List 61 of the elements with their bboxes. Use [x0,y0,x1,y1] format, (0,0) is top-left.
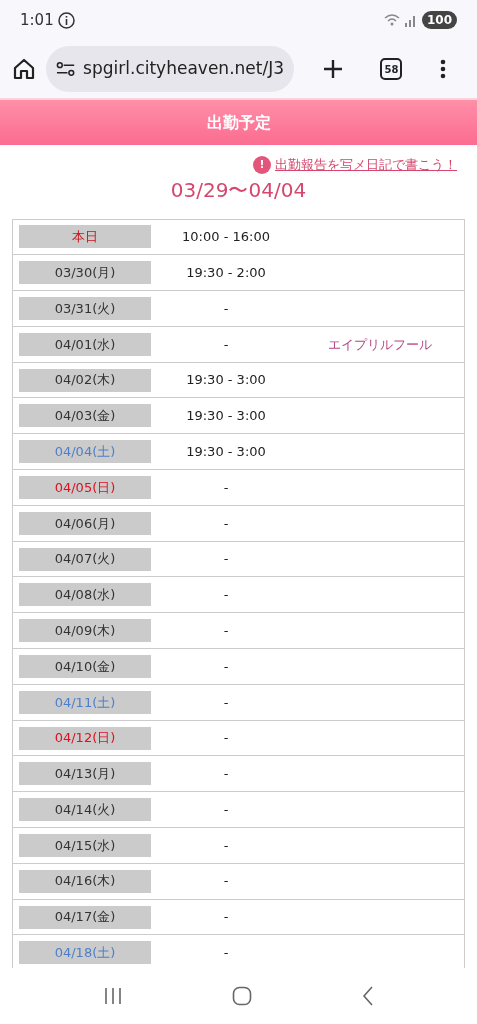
shift-time: - [223,551,229,567]
signal-icon [403,13,418,27]
recent-apps-icon[interactable] [102,987,123,1005]
plus-icon[interactable] [322,59,343,79]
clock: 1:01 [20,9,54,31]
date-cell: 04/18(土) [19,941,151,965]
battery-level: 100 [421,11,457,29]
shift-time: 19:30 - 3:00 [186,372,266,388]
date-cell: 04/16(木) [19,869,151,893]
home-button-icon[interactable] [232,986,253,1006]
date-cell: 04/07(火) [19,547,151,571]
shift-time: - [223,945,229,961]
shift-time: - [223,766,229,782]
back-icon[interactable] [362,986,375,1006]
diary-link[interactable]: 出勤報告を写メ日記で書こう！ [275,155,457,175]
info-icon [57,11,75,29]
date-cell: 04/08(水) [19,583,151,607]
date-cell: 04/14(火) [19,798,151,822]
shift-time: - [223,658,229,674]
shift-time: - [223,909,229,925]
shift-time: 19:30 - 3:00 [186,408,266,424]
date-cell: 04/12(日) [19,726,151,750]
shift-time: 19:30 - 2:00 [186,264,266,280]
tab-count-button[interactable]: 58 [380,58,403,80]
alert-icon: ! [253,155,271,174]
date-cell: 04/06(月) [19,511,151,535]
more-icon[interactable] [440,59,447,79]
date-cell: 04/09(木) [19,619,151,643]
date-cell: 04/01(水) [19,332,151,356]
date-cell: 04/11(土) [19,690,151,714]
shift-time: - [223,479,229,495]
date-cell: 04/10(金) [19,654,151,678]
shift-time: 10:00 - 16:00 [182,229,270,245]
shift-time: - [223,837,229,853]
shift-time: - [223,587,229,603]
date-cell: 04/13(月) [19,762,151,786]
site-settings-icon[interactable] [56,61,76,77]
date-cell: 04/02(木) [19,368,151,392]
shift-time: - [223,336,229,352]
date-cell: 04/17(金) [19,905,151,929]
date-cell: 03/31(火) [19,297,151,320]
date-cell: 04/03(金) [19,404,151,428]
shift-time: - [223,730,229,746]
home-icon[interactable] [12,57,36,81]
shift-time: - [223,801,229,817]
shift-time: - [223,694,229,710]
date-cell: 03/30(月) [19,261,151,285]
shift-time: - [223,515,229,531]
shift-time: - [223,300,229,316]
section-title: 出勤予定 [206,111,271,134]
date-cell: 04/15(水) [19,833,151,857]
shift-time: - [223,622,229,638]
wifi-icon [383,13,400,27]
shift-time: 19:30 - 3:00 [186,443,266,459]
shift-time: - [223,873,229,889]
date-range: 03/29〜04/04 [170,177,307,202]
event-note: エイプリルフール [327,336,432,352]
date-cell: 04/04(土) [19,440,151,464]
date-cell: 本日 [19,225,151,249]
date-cell: 04/05(日) [19,475,151,499]
url-field[interactable]: spgirl.cityheaven.net/J3 [46,46,294,92]
